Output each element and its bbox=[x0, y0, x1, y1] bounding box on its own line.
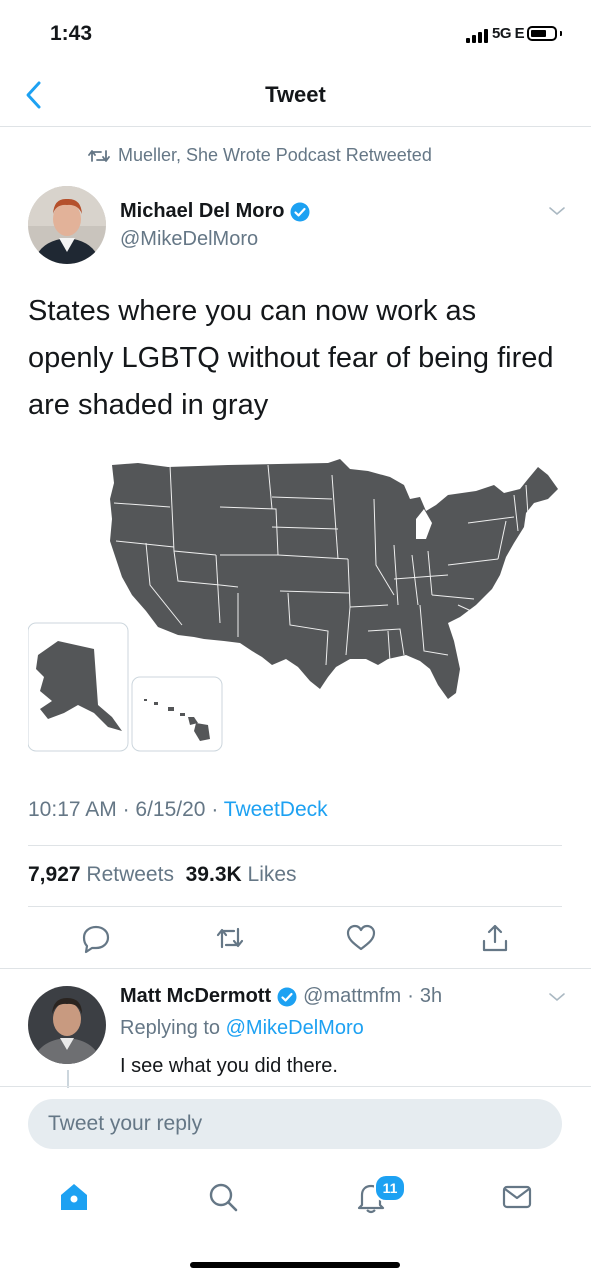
likes-stat[interactable]: 39.3K Likes bbox=[186, 863, 297, 886]
reply-options-button[interactable] bbox=[548, 990, 566, 1002]
retweets-stat[interactable]: 7,927 Retweets bbox=[28, 863, 174, 886]
tweet-stats: 7,927 Retweets 39.3K Likes bbox=[28, 863, 297, 887]
author-avatar-image bbox=[28, 186, 106, 264]
reply-age: 3h bbox=[419, 985, 443, 1007]
stats-divider bbox=[28, 906, 562, 907]
us-map-image bbox=[27, 459, 558, 752]
battery-icon bbox=[527, 26, 557, 41]
page-title: Tweet bbox=[265, 82, 326, 107]
like-button[interactable] bbox=[345, 922, 377, 954]
retweets-count: 7,927 bbox=[28, 863, 81, 886]
tweet-time: 10:17 AM bbox=[28, 798, 117, 821]
tweet-image[interactable] bbox=[27, 455, 568, 765]
home-indicator[interactable] bbox=[190, 1262, 400, 1268]
retweet-context[interactable]: Mueller, She Wrote Podcast Retweeted bbox=[88, 145, 432, 166]
replying-to: Replying to @MikeDelMoro bbox=[120, 1017, 364, 1040]
tweet-options-button[interactable] bbox=[548, 204, 566, 216]
reply-text: I see what you did there. bbox=[120, 1055, 338, 1077]
reply-author-name: Matt McDermott bbox=[120, 985, 272, 1007]
retweet-button[interactable] bbox=[214, 922, 246, 954]
author-name: Michael Del Moro bbox=[120, 200, 285, 222]
heart-icon bbox=[346, 924, 376, 951]
reply-dot-separator: · bbox=[407, 985, 414, 1007]
home-icon bbox=[61, 1184, 87, 1210]
tweet-source-link[interactable]: TweetDeck bbox=[224, 798, 328, 821]
author-avatar[interactable] bbox=[28, 186, 106, 264]
search-icon bbox=[209, 1183, 238, 1212]
verified-badge-icon bbox=[277, 987, 297, 1006]
header-divider bbox=[0, 126, 591, 127]
chevron-down-icon bbox=[549, 207, 565, 216]
author-handle[interactable]: @MikeDelMoro bbox=[120, 228, 258, 251]
reply-avatar-image bbox=[28, 986, 106, 1064]
likes-count: 39.3K bbox=[185, 863, 242, 886]
actions-divider bbox=[0, 968, 591, 969]
status-time: 1:43 bbox=[50, 22, 93, 45]
share-button[interactable] bbox=[479, 922, 511, 954]
retweet-context-label: Mueller, She Wrote Podcast Retweeted bbox=[118, 145, 432, 165]
likes-label: Likes bbox=[247, 863, 297, 886]
comment-icon bbox=[82, 925, 110, 954]
retweet-icon bbox=[88, 149, 110, 162]
battery-cap bbox=[560, 31, 562, 36]
network-type: 5G E bbox=[492, 25, 525, 42]
notifications-badge: 11 bbox=[374, 1174, 406, 1202]
chevron-down-icon bbox=[549, 993, 565, 1002]
retweet-icon bbox=[216, 927, 244, 949]
tweet-date: 6/15/20 bbox=[135, 798, 206, 821]
reply-author-handle: @mattmfm bbox=[303, 985, 402, 1007]
replying-to-handle-link[interactable]: @MikeDelMoro bbox=[226, 1017, 364, 1039]
reply-input[interactable]: Tweet your reply bbox=[28, 1099, 562, 1149]
reply-author-row[interactable]: Matt McDermott @mattmfm · 3h bbox=[120, 985, 442, 1008]
tab-search[interactable] bbox=[206, 1180, 240, 1214]
tab-messages[interactable] bbox=[500, 1180, 534, 1214]
signal-strength-icon bbox=[466, 29, 488, 43]
meta-divider bbox=[28, 845, 562, 846]
reply-author-avatar[interactable] bbox=[28, 986, 106, 1064]
tweet-timestamp: 10:17 AM · 6/15/20 · TweetDeck bbox=[28, 798, 328, 821]
replying-to-label: Replying to bbox=[120, 1017, 221, 1039]
reply-divider bbox=[0, 1086, 591, 1087]
verified-badge-icon bbox=[290, 202, 310, 221]
tweet-text: States where you can now work as openly … bbox=[28, 295, 554, 421]
retweets-label: Retweets bbox=[86, 863, 174, 886]
reply-button[interactable] bbox=[80, 922, 112, 954]
share-icon bbox=[482, 924, 508, 952]
author-name-row[interactable]: Michael Del Moro bbox=[120, 200, 310, 223]
envelope-icon bbox=[502, 1185, 532, 1209]
tab-home[interactable] bbox=[57, 1180, 91, 1214]
